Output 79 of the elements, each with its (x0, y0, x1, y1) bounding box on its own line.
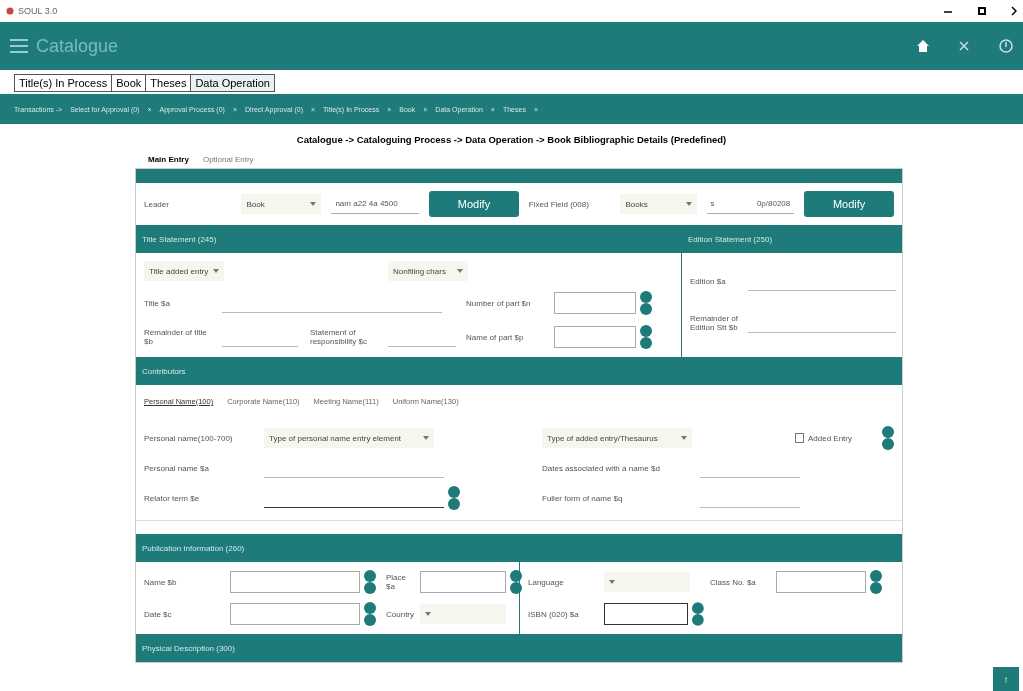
field-label: ISBN (020) $a (528, 609, 580, 619)
add-remove-icon[interactable] (364, 570, 376, 594)
caret-icon (423, 436, 429, 440)
scroll-top-button[interactable]: ↑ (993, 667, 1019, 691)
caret-icon (685, 202, 692, 206)
dropdown[interactable]: Book (241, 194, 322, 214)
checkbox-label: Added Entry (807, 433, 852, 443)
input-field[interactable]: s 0p/80208 (706, 194, 795, 214)
caret-icon (609, 580, 615, 584)
field-label: Edition $a (690, 276, 727, 286)
add-remove-icon[interactable] (692, 602, 704, 626)
field-label: Name of part $p (466, 332, 525, 342)
section-header: Publication Information (260) (136, 534, 902, 562)
add-remove-icon[interactable] (870, 570, 882, 594)
app-logo-icon (6, 7, 14, 15)
tab[interactable]: Theses (146, 74, 192, 92)
field-label: Statement of responsibility $c (310, 328, 368, 346)
caret-icon (213, 269, 219, 273)
caret-icon (457, 269, 463, 273)
field-label: Leader (144, 199, 170, 209)
modify-button[interactable]: Modify (804, 191, 894, 217)
checkbox[interactable] (794, 433, 804, 443)
field-label: Language (528, 577, 565, 587)
dropdown[interactable]: Type of added entry/Thesaurus (542, 428, 692, 448)
section-header: Physical Description (300) (136, 634, 902, 662)
modify-button[interactable]: Modify (429, 191, 519, 217)
dropdown[interactable]: Title added entry (144, 261, 224, 281)
close-icon[interactable] (959, 41, 969, 51)
input-field[interactable] (554, 292, 636, 314)
field-label: Dates associated with a name $d (542, 463, 661, 473)
home-icon[interactable] (917, 40, 929, 52)
field-label: Personal name(100-700) (144, 433, 234, 443)
tab[interactable]: Book (112, 74, 147, 92)
tab[interactable]: Data Operation (191, 74, 275, 92)
input-field[interactable] (230, 603, 360, 625)
input-field[interactable] (420, 571, 506, 593)
input-field[interactable] (604, 603, 689, 625)
input-field[interactable] (554, 326, 636, 348)
dropdown[interactable]: Nonfiling chars (388, 261, 468, 281)
dropdown[interactable]: Type of personal name entry element (264, 428, 434, 448)
add-remove-icon[interactable] (640, 291, 652, 315)
field-label: Place $a (386, 573, 407, 591)
field-label: Title $a (144, 298, 171, 308)
section-header: Edition Statement (250) (682, 225, 902, 253)
tab[interactable]: Optional Entry (202, 155, 254, 164)
field-label: Relator term $e (144, 493, 201, 503)
field-label: Country (386, 609, 414, 619)
add-remove-icon[interactable] (640, 325, 652, 349)
caret-icon (425, 612, 431, 616)
chevron-icon[interactable] (1011, 6, 1017, 16)
field-label: Fuller form of name $q (542, 493, 624, 503)
tab[interactable]: Main Entry (148, 155, 189, 164)
input-field[interactable]: nam a22 4a 4500 (331, 194, 420, 214)
input-field[interactable] (776, 571, 866, 593)
caret-icon (310, 202, 317, 206)
section-header: Title Statement (245) (136, 225, 681, 253)
section-header: Contributors (136, 357, 902, 385)
field-label: Remainder of Edition Stt $b (690, 314, 740, 332)
breadcrumb: Catalogue -> Cataloguing Process -> Data Operation -> Book Bibliographic Details (Predefined) (295, 133, 728, 147)
menu-icon[interactable] (10, 39, 28, 53)
dropdown[interactable]: Books (620, 194, 697, 214)
input-field[interactable] (230, 571, 360, 593)
field-label: Date $c (144, 609, 173, 619)
add-remove-icon[interactable] (364, 602, 376, 626)
add-remove-icon[interactable] (882, 426, 894, 450)
app-title: Catalogue (36, 35, 119, 57)
caret-icon (681, 436, 687, 440)
field-label: Name $b (144, 577, 178, 587)
field-label: Remainder of title $b (144, 328, 208, 346)
add-remove-icon[interactable] (510, 570, 522, 594)
power-icon[interactable] (999, 39, 1013, 53)
restore-icon[interactable] (977, 6, 987, 16)
field-label: Number of part $n (466, 298, 532, 308)
field-label: Personal name $a (144, 463, 210, 473)
add-remove-icon[interactable] (448, 486, 460, 510)
window-title: SOUL 3.0 (18, 6, 58, 16)
field-label: Fixed Field (008) (528, 199, 590, 209)
tab[interactable]: Title(s) In Process (14, 74, 113, 92)
field-label: Class No. $a (710, 577, 757, 587)
